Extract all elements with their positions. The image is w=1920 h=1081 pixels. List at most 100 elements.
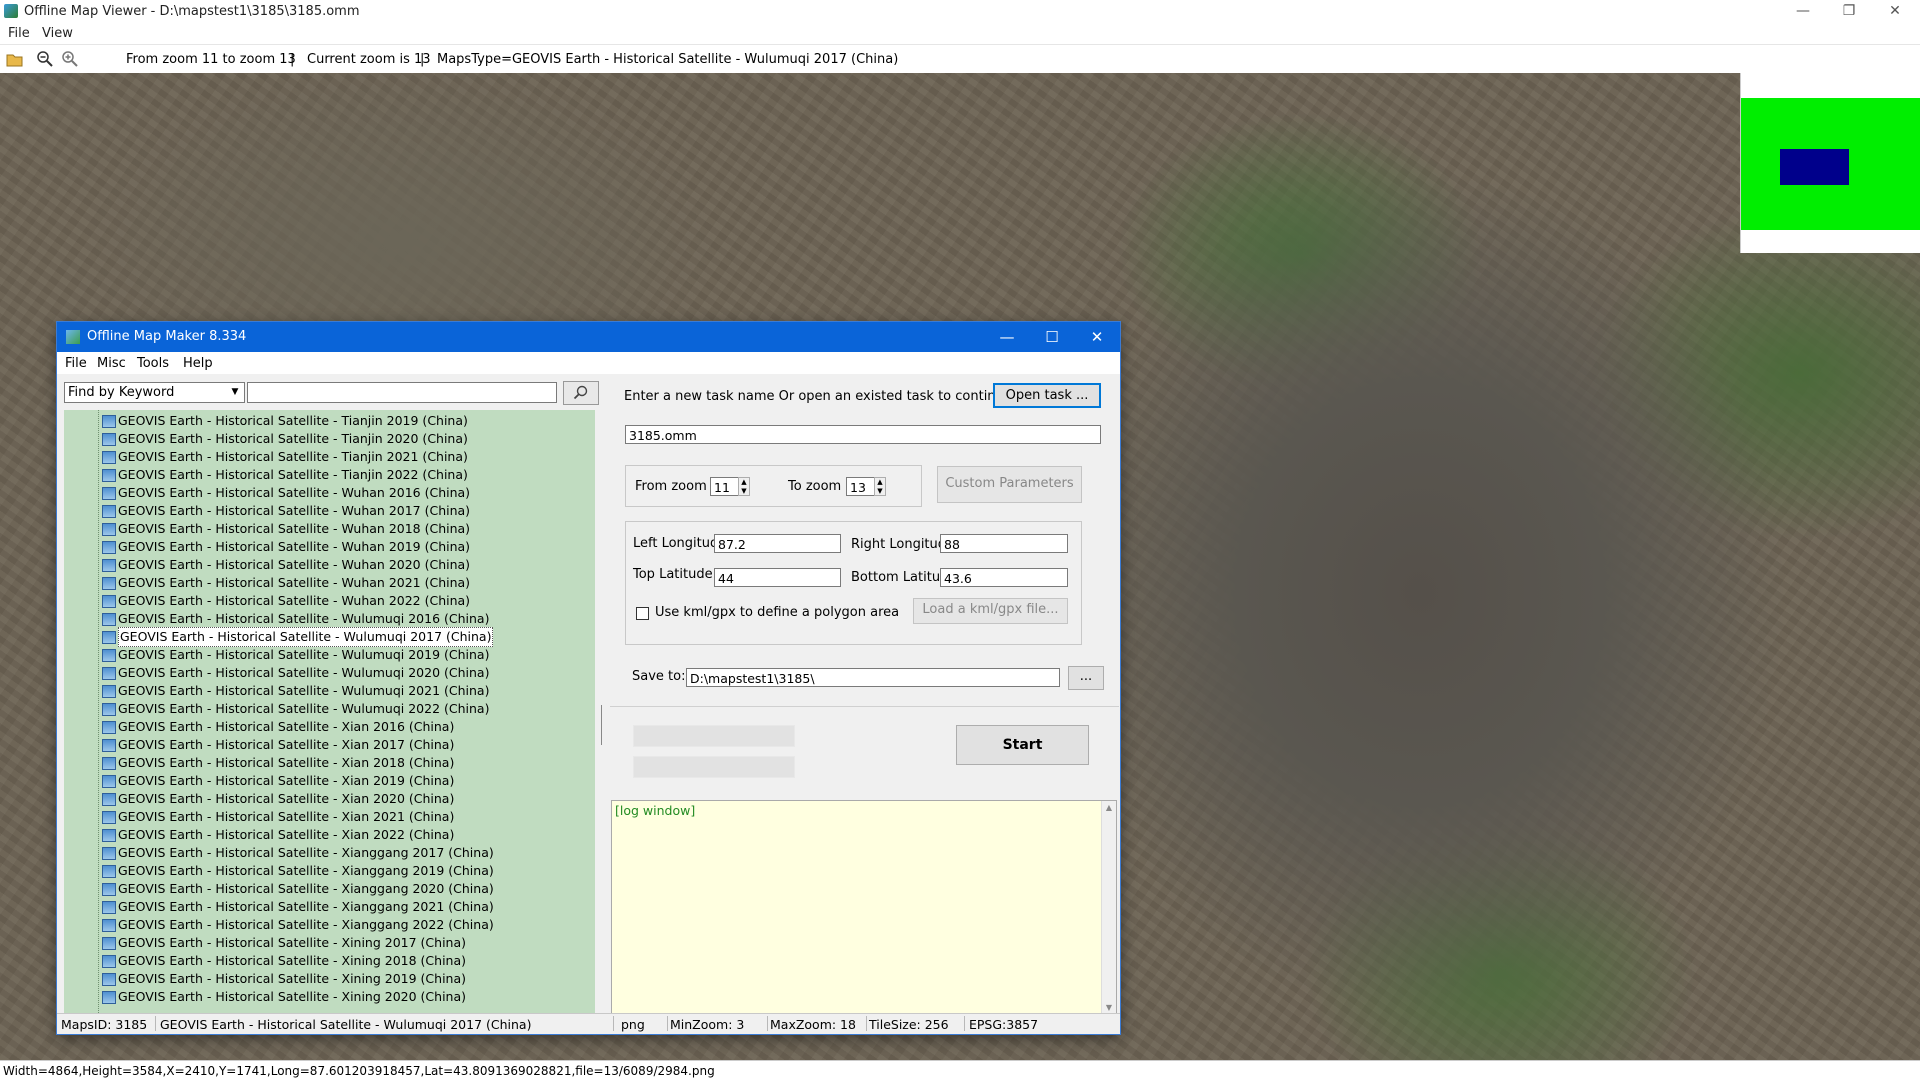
list-item-label: GEOVIS Earth - Historical Satellite - Xi… bbox=[118, 809, 455, 824]
progress-bar-2 bbox=[633, 756, 795, 778]
bottom-latitude-input[interactable]: 43.6 bbox=[940, 568, 1068, 587]
list-item-label: GEOVIS Earth - Historical Satellite - Xi… bbox=[118, 845, 494, 860]
app-icon bbox=[4, 4, 18, 18]
map-layer-icon bbox=[102, 901, 116, 914]
top-latitude-label: Top Latitude bbox=[633, 567, 713, 582]
list-item-label: GEOVIS Earth - Historical Satellite - Wu… bbox=[118, 647, 490, 662]
min-zoom: MinZoom: 3 bbox=[670, 1017, 745, 1032]
status-separator bbox=[964, 1016, 965, 1031]
list-item-label: GEOVIS Earth - Historical Satellite - Xi… bbox=[118, 953, 467, 968]
right-longitude-input[interactable]: 88 bbox=[940, 534, 1068, 553]
map-layer-icon bbox=[102, 937, 116, 950]
dialog-menu-help[interactable]: Help bbox=[183, 356, 213, 371]
list-item-label: GEOVIS Earth - Historical Satellite - Wu… bbox=[118, 627, 494, 647]
map-layer-icon bbox=[102, 523, 116, 536]
scroll-down-icon[interactable]: ▼ bbox=[1102, 1003, 1116, 1012]
open-folder-icon[interactable] bbox=[6, 50, 24, 68]
dialog-maximize-button[interactable]: ☐ bbox=[1030, 322, 1074, 352]
dialog-close-button[interactable]: ✕ bbox=[1075, 322, 1119, 352]
divider bbox=[610, 706, 1119, 707]
list-item-label: GEOVIS Earth - Historical Satellite - Xi… bbox=[118, 863, 494, 878]
zoom-in-icon[interactable] bbox=[61, 50, 79, 68]
menubar: File View bbox=[0, 24, 1920, 44]
list-item-label: GEOVIS Earth - Historical Satellite - Xi… bbox=[118, 935, 467, 950]
dialog-title: Offline Map Maker 8.334 bbox=[87, 329, 247, 344]
to-zoom-spinner[interactable]: ▲ ▼ bbox=[874, 477, 886, 496]
from-zoom-spinner[interactable]: ▲ ▼ bbox=[738, 477, 750, 496]
find-mode-select[interactable]: Find by Keyword ▼ bbox=[64, 382, 245, 403]
list-item-label: GEOVIS Earth - Historical Satellite - Xi… bbox=[118, 773, 455, 788]
task-name-input[interactable]: 3185.omm bbox=[625, 425, 1101, 444]
log-scrollbar[interactable]: ▲ ▼ bbox=[1101, 801, 1116, 1014]
status-text: Width=4864,Height=3584,X=2410,Y=1741,Lon… bbox=[3, 1064, 715, 1078]
pane-splitter[interactable] bbox=[601, 705, 607, 745]
dialog-minimize-button[interactable]: — bbox=[985, 322, 1029, 352]
minimap-viewport[interactable] bbox=[1780, 149, 1849, 185]
left-longitude-label: Left Longitude bbox=[633, 536, 727, 551]
minimize-button[interactable]: — bbox=[1780, 0, 1826, 24]
top-latitude-input[interactable]: 44 bbox=[714, 568, 841, 587]
list-item-label: GEOVIS Earth - Historical Satellite - Ti… bbox=[118, 467, 468, 482]
browse-button[interactable]: ... bbox=[1068, 666, 1104, 690]
toolbar-separator: | bbox=[290, 52, 295, 67]
map-layer-icon bbox=[102, 829, 116, 842]
menu-view[interactable]: View bbox=[42, 26, 73, 41]
max-zoom: MaxZoom: 18 bbox=[770, 1017, 856, 1032]
list-item-label: GEOVIS Earth - Historical Satellite - Ti… bbox=[118, 431, 468, 446]
chevron-down-icon[interactable]: ▼ bbox=[228, 384, 242, 401]
from-zoom-label: From zoom bbox=[635, 479, 707, 494]
status-separator bbox=[613, 1016, 614, 1031]
map-layer-icon bbox=[102, 721, 116, 734]
find-keyword-input[interactable] bbox=[247, 382, 557, 403]
dialog-menu-misc[interactable]: Misc bbox=[97, 356, 126, 371]
dialog-menu-file[interactable]: File bbox=[65, 356, 87, 371]
menu-file[interactable]: File bbox=[8, 26, 30, 41]
map-layer-icon bbox=[102, 865, 116, 878]
list-item-label: GEOVIS Earth - Historical Satellite - Wu… bbox=[118, 503, 471, 518]
map-layer-icon bbox=[102, 577, 116, 590]
from-zoom-input[interactable]: 11 bbox=[710, 477, 738, 496]
map-layer-icon bbox=[102, 613, 116, 626]
map-layer-icon bbox=[102, 883, 116, 896]
map-layer-icon bbox=[102, 415, 116, 428]
offline-map-maker-dialog: Offline Map Maker 8.334 — ☐ ✕ File Misc … bbox=[56, 321, 1121, 1035]
restore-button[interactable]: ❐ bbox=[1826, 0, 1872, 24]
list-item-label: GEOVIS Earth - Historical Satellite - Xi… bbox=[118, 719, 455, 734]
list-item-label: GEOVIS Earth - Historical Satellite - Wu… bbox=[118, 521, 471, 536]
list-item-label: GEOVIS Earth - Historical Satellite - Wu… bbox=[118, 665, 490, 680]
list-item-label: GEOVIS Earth - Historical Satellite - Xi… bbox=[118, 737, 455, 752]
map-layer-icon bbox=[102, 487, 116, 500]
log-text: [log window] bbox=[615, 803, 696, 818]
list-item-label: GEOVIS Earth - Historical Satellite - Xi… bbox=[118, 971, 467, 986]
left-longitude-input[interactable]: 87.2 bbox=[714, 534, 841, 553]
load-kml-button[interactable]: Load a kml/gpx file... bbox=[913, 598, 1068, 624]
maps-type-list[interactable]: GEOVIS Earth - Historical Satellite - Ti… bbox=[64, 410, 595, 1013]
maps-id: MapsID: 3185 bbox=[61, 1017, 148, 1032]
find-button[interactable] bbox=[563, 381, 599, 405]
map-layer-icon bbox=[102, 793, 116, 806]
map-layer-icon bbox=[102, 595, 116, 608]
list-item-label: GEOVIS Earth - Historical Satellite - Wu… bbox=[118, 593, 471, 608]
status-separator bbox=[667, 1016, 668, 1031]
save-path-input[interactable]: D:\mapstest1\3185\ bbox=[686, 668, 1060, 687]
save-to-label: Save to: bbox=[632, 669, 686, 684]
map-layer-icon bbox=[102, 685, 116, 698]
to-zoom-input[interactable]: 13 bbox=[846, 477, 874, 496]
dialog-menu-tools[interactable]: Tools bbox=[137, 356, 169, 371]
toolbar-separator: | bbox=[420, 52, 425, 67]
custom-parameters-button[interactable]: Custom Parameters bbox=[937, 466, 1082, 503]
zoom-out-icon[interactable] bbox=[36, 50, 54, 68]
log-window[interactable]: [log window] ▲ ▼ bbox=[611, 800, 1117, 1017]
start-button[interactable]: Start bbox=[956, 725, 1089, 765]
list-item-label: GEOVIS Earth - Historical Satellite - Wu… bbox=[118, 539, 471, 554]
open-task-button[interactable]: Open task ... bbox=[993, 383, 1101, 408]
window-titlebar: Offline Map Viewer - D:\mapstest1\3185\3… bbox=[0, 0, 1920, 24]
use-kml-checkbox[interactable] bbox=[636, 607, 649, 620]
window-title: Offline Map Viewer - D:\mapstest1\3185\3… bbox=[24, 4, 360, 19]
list-item-label: GEOVIS Earth - Historical Satellite - Wu… bbox=[118, 557, 471, 572]
close-button[interactable]: ✕ bbox=[1872, 0, 1918, 24]
map-layer-icon bbox=[102, 739, 116, 752]
map-layer-icon bbox=[102, 757, 116, 770]
list-item-label: GEOVIS Earth - Historical Satellite - Ti… bbox=[118, 413, 468, 428]
scroll-up-icon[interactable]: ▲ bbox=[1102, 803, 1116, 812]
